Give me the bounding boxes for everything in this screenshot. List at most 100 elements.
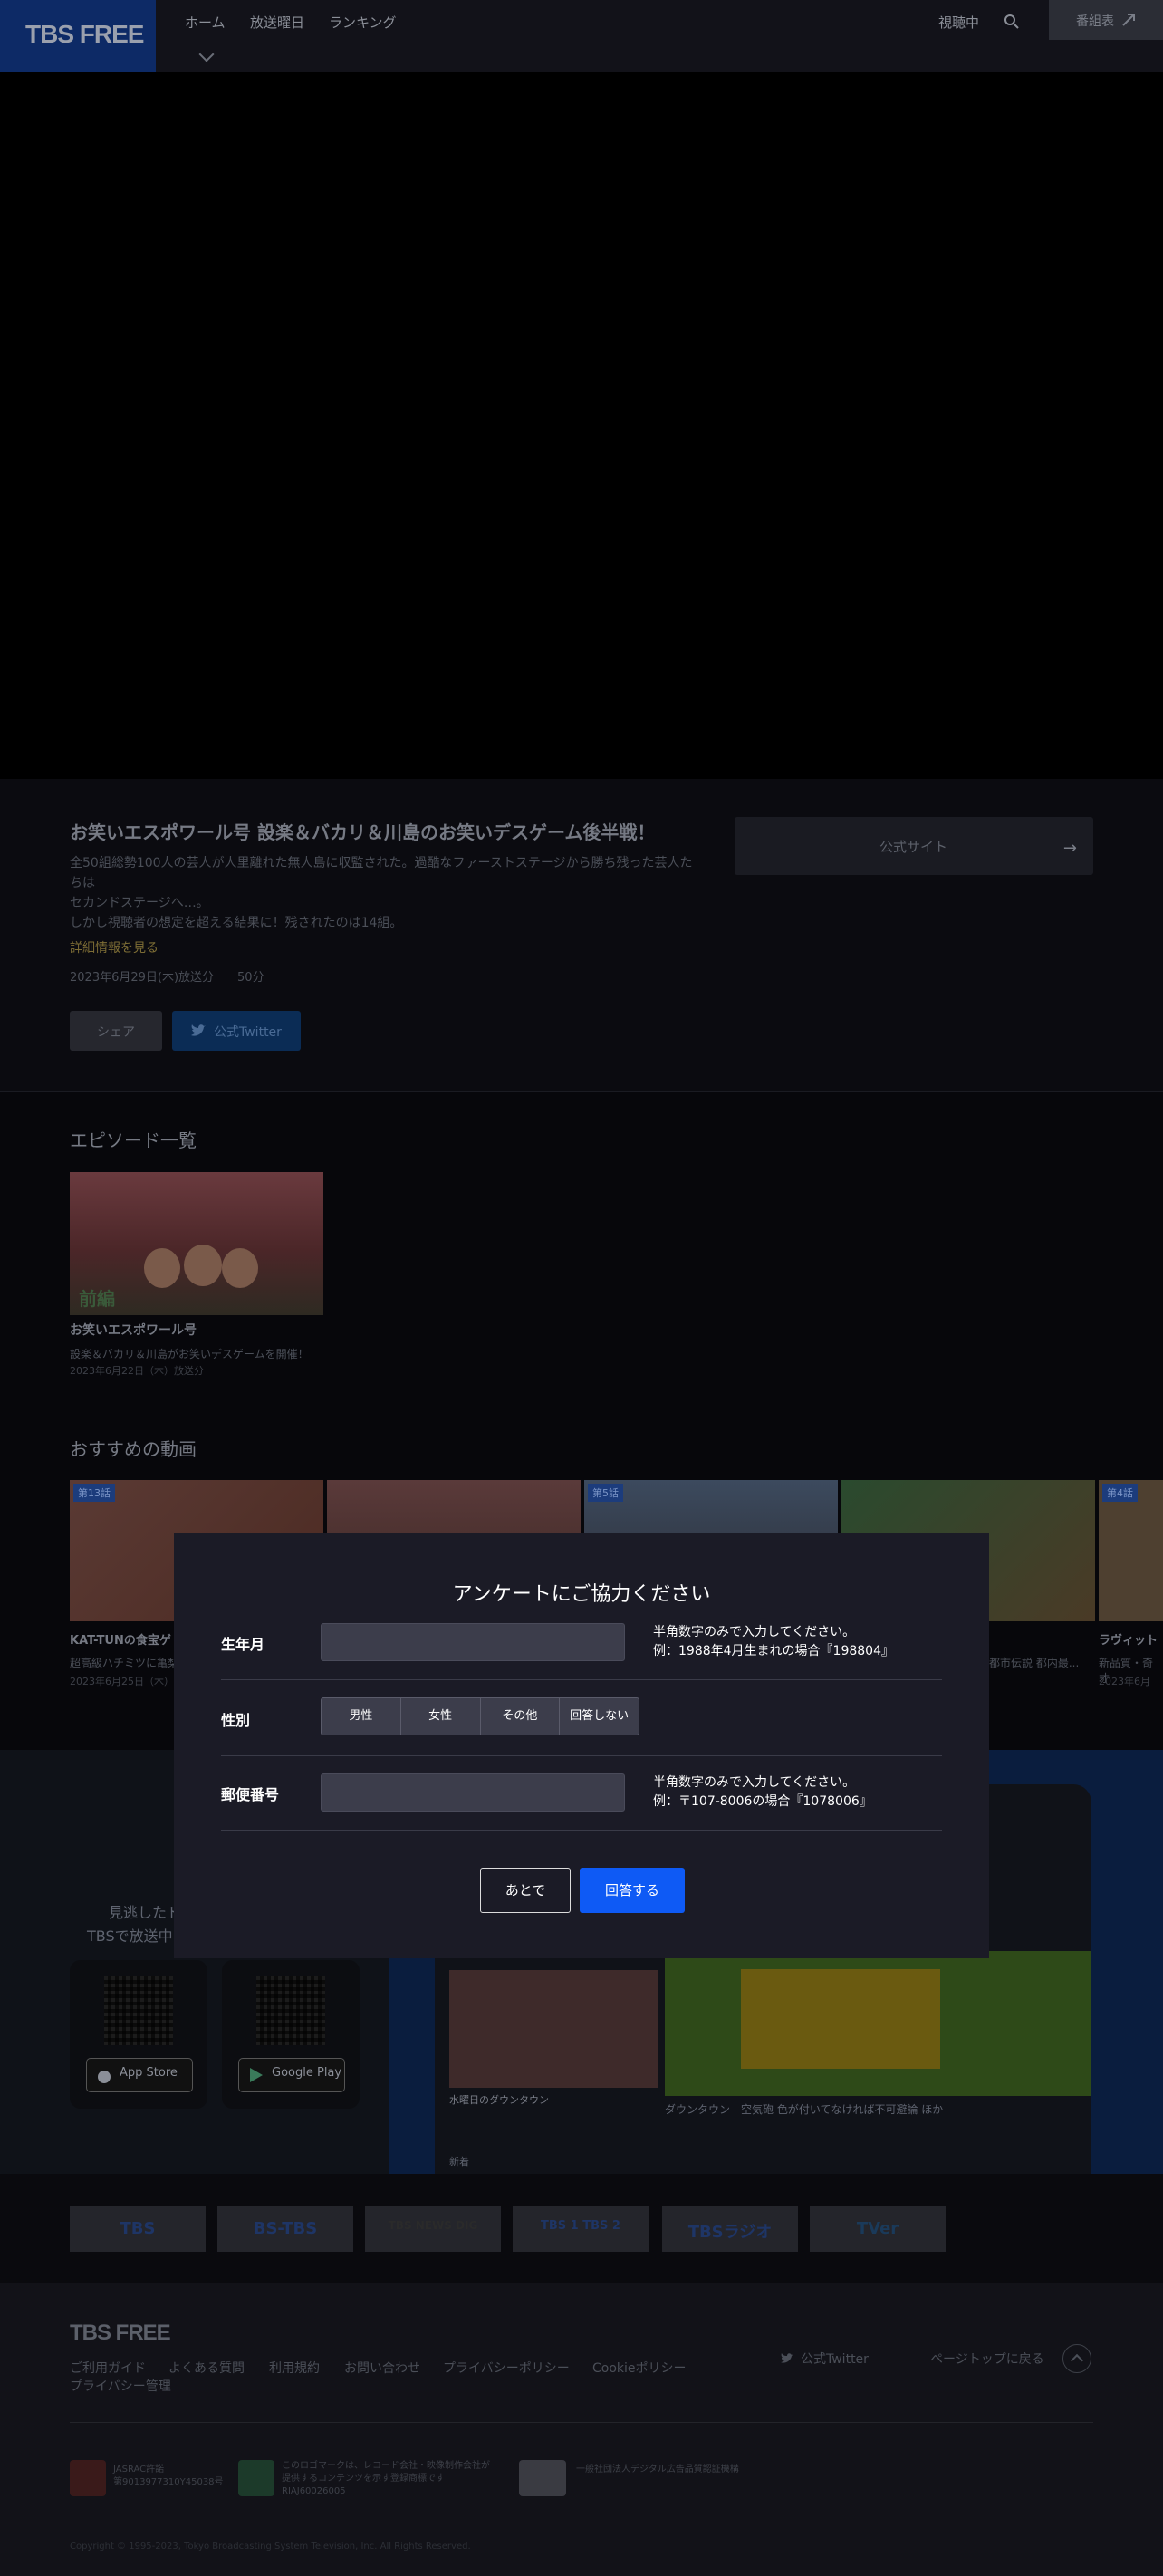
play-icon [250, 2068, 263, 2082]
copyright: Copyright © 1995-2023, Tokyo Broadcastin… [70, 2542, 471, 2552]
chevron-down-icon[interactable] [198, 46, 215, 62]
birth-label: 生年月 [221, 1636, 265, 1653]
share-button[interactable]: シェア [70, 1011, 162, 1051]
twitter-icon [781, 2353, 793, 2363]
twitter-label: 公式Twitter [214, 1025, 282, 1040]
description-line: 全50組総勢100人の芸人が人里離れた無人島に収監された。過酷なファーストステー… [70, 856, 693, 890]
survey-divider [221, 1679, 942, 1680]
tbs-radio-logo-link[interactable]: TBSラジオ [662, 2206, 798, 2252]
partner-label: BS-TBS [253, 2219, 318, 2238]
gender-label: 性別 [221, 1712, 251, 1729]
recommended-thumbnail[interactable]: 第4話 [1099, 1480, 1163, 1621]
google-play-badge[interactable]: Google Play [238, 2058, 345, 2092]
footer-link-privacy[interactable]: プライバシーポリシー [443, 2359, 570, 2377]
video-player[interactable] [0, 72, 1163, 779]
footer-link-guide[interactable]: ご利用ガイド [70, 2359, 146, 2377]
zip-help-line: 半角数字のみで入力してください。 [653, 1775, 856, 1790]
tver-logo-link[interactable]: TVer [810, 2206, 946, 2252]
promo-banner [665, 1951, 1091, 2096]
recommended-heading: おすすめの動画 [70, 1438, 197, 1460]
partner-label: TBSラジオ [687, 2223, 773, 2242]
app-store-badge[interactable]: App Store [86, 2058, 193, 2092]
footer-divider [70, 2422, 1093, 2423]
survey-divider [221, 1830, 942, 1831]
chevron-up-icon[interactable] [1062, 2344, 1091, 2373]
footer-link-contact[interactable]: お問い合わせ [344, 2359, 420, 2377]
twitter-button[interactable]: 公式Twitter [172, 1011, 301, 1051]
schedule-label: 番組表 [1076, 14, 1114, 29]
jicdaq-badge [519, 2460, 566, 2496]
gender-selector: 男性 女性 その他 回答しない [321, 1697, 639, 1735]
twitter-icon [191, 1024, 206, 1036]
promo-line-1: 見逃したド [109, 1904, 182, 1921]
episode-subtitle: 設楽＆バカリ＆川島がお笑いデスゲームを開催！ [70, 1348, 309, 1360]
tbs-channel-logo-link[interactable]: TBS 1 TBS 2 [513, 2206, 649, 2252]
program-description: 全50組総勢100人の芸人が人里離れた無人島に収監された。過酷なファーストステー… [70, 853, 704, 933]
partner-label: TBS [120, 2219, 156, 2238]
app-store-label: App Store [120, 2066, 178, 2080]
nav-broadcast-day[interactable]: 放送曜日 [250, 13, 304, 32]
official-site-button[interactable]: 公式サイト → [735, 817, 1093, 875]
thumb-label: 前編 [79, 1288, 115, 1310]
riaj-badge [238, 2460, 274, 2496]
birth-month-input[interactable] [321, 1623, 625, 1661]
official-site-label: 公式サイト [879, 839, 948, 855]
bs-tbs-logo-link[interactable]: BS-TBS [217, 2206, 353, 2252]
riaj-text: このロゴマークは、レコード会社・映像制作会社が 提供するコンテンツを示す登録商標… [282, 2461, 490, 2496]
program-meta: 2023年6月29日(木)放送分 50分 [70, 971, 264, 985]
answer-button[interactable]: 回答する [580, 1868, 685, 1913]
tbs-news-dig-logo-link[interactable]: TBS NEWS DIG [365, 2206, 501, 2252]
recommended-date: 2023年6月25日（木） [70, 1676, 174, 1687]
footer-link-terms[interactable]: 利用規約 [269, 2359, 320, 2377]
gender-option-other[interactable]: その他 [481, 1698, 561, 1735]
promo-tile [449, 1970, 658, 2088]
gender-option-female[interactable]: 女性 [401, 1698, 481, 1735]
episode-badge: 第13話 [73, 1484, 115, 1502]
app-store-qr[interactable]: App Store [70, 1960, 207, 2109]
footer-link-cookie[interactable]: Cookieポリシー [592, 2359, 687, 2377]
apple-icon [98, 2071, 111, 2083]
thumb-figure [144, 1248, 180, 1288]
zip-code-input[interactable] [321, 1773, 625, 1812]
episodes-heading: エピソード一覧 [70, 1129, 197, 1151]
promo-banner-caption: ダウンタウン 空気砲 色が付いてなければ不可避論 ほか [665, 2103, 944, 2116]
gender-option-no-answer[interactable]: 回答しない [560, 1698, 639, 1735]
birth-help: 半角数字のみで入力してください。 例：1988年4月生まれの場合『198804』 [653, 1623, 894, 1661]
qr-code [104, 1976, 173, 2045]
episode-badge: 第5話 [588, 1484, 623, 1502]
nav-ranking[interactable]: ランキング [329, 13, 397, 32]
footer-logo[interactable]: TBS FREE [70, 2321, 171, 2346]
zip-help: 半角数字のみで入力してください。 例：〒107-8006の場合『1078006』 [653, 1773, 872, 1812]
page-top-link[interactable]: ページトップに戻る [930, 2350, 1044, 2368]
later-button[interactable]: あとで [480, 1868, 571, 1913]
footer-twitter-link[interactable]: 公式Twitter [801, 2350, 869, 2368]
watching-link[interactable]: 視聴中 [938, 13, 979, 32]
recommended-subtitle: 超高級ハチミツに亀梨 [70, 1657, 179, 1669]
google-play-qr[interactable]: Google Play [222, 1960, 360, 2109]
header: TBS FREE ホーム 放送曜日 ランキング 視聴中 番組表 [0, 0, 1163, 72]
survey-modal: アンケートにご協力ください 生年月 半角数字のみで入力してください。 例：198… [174, 1533, 989, 1958]
recommended-title[interactable]: KAT-TUNの食宝ゲ [70, 1630, 171, 1648]
recommended-title[interactable]: ラヴィット [1099, 1630, 1158, 1648]
episode-badge: 第4話 [1102, 1484, 1138, 1502]
banner-art [741, 1969, 940, 2069]
recommended-subtitle: 都市伝説 都内最... [989, 1657, 1080, 1669]
more-info-link[interactable]: 詳細情報を見る [70, 938, 159, 956]
tbs-free-logo[interactable]: TBS FREE [0, 0, 156, 72]
thumb-figure [222, 1248, 258, 1288]
schedule-button[interactable]: 番組表 [1049, 0, 1163, 40]
footer-link-faq[interactable]: よくある質問 [168, 2359, 245, 2377]
episode-thumbnail[interactable]: 前編 [70, 1172, 323, 1315]
recommended-date: 2023年6月 [1099, 1676, 1150, 1687]
partner-label: TBS NEWS DIG [388, 2219, 478, 2232]
footer-link-privacy-manage[interactable]: プライバシー管理 [70, 2377, 171, 2395]
survey-divider [221, 1755, 942, 1756]
jasrac-badge [70, 2460, 106, 2496]
partner-label: TBS 1 TBS 2 [541, 2219, 620, 2233]
gender-option-male[interactable]: 男性 [322, 1698, 401, 1735]
episode-title[interactable]: お笑いエスポワール号 [70, 1321, 197, 1339]
search-icon[interactable] [1004, 14, 1020, 30]
google-play-label: Google Play [272, 2066, 342, 2080]
nav-home[interactable]: ホーム [185, 13, 226, 32]
tbs-logo-link[interactable]: TBS [70, 2206, 206, 2252]
